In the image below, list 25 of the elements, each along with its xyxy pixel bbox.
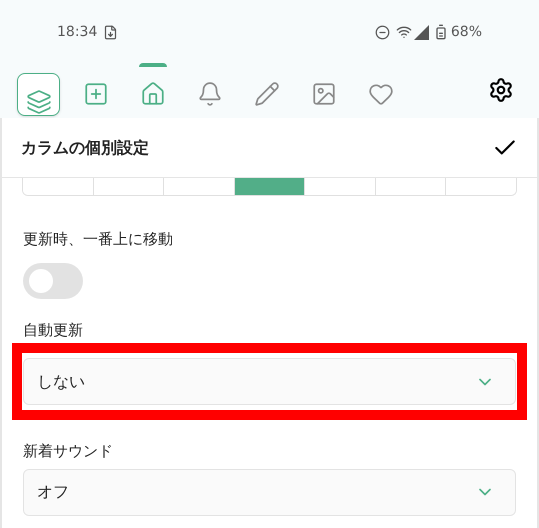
panel-title: カラムの個別設定 xyxy=(21,136,149,158)
toolbar-button[interactable] xyxy=(17,72,60,116)
dropdown-field[interactable]: オフ xyxy=(23,468,516,516)
signal-icon xyxy=(414,24,429,40)
segment[interactable] xyxy=(234,178,304,195)
battery-level: 68% xyxy=(450,22,482,42)
pencil-icon xyxy=(254,81,280,107)
segment[interactable] xyxy=(374,178,446,195)
setting-label: 新着サウンド xyxy=(22,441,114,462)
dropdown-value: しない xyxy=(37,370,85,392)
dropdown-field[interactable]: しない xyxy=(23,358,516,405)
wifi-icon xyxy=(396,24,412,40)
layers-icon xyxy=(26,88,52,114)
toggle-switch[interactable] xyxy=(23,262,83,298)
image-icon xyxy=(310,81,336,107)
clock: 18:34 xyxy=(57,22,98,42)
bell-icon xyxy=(196,81,222,107)
home-icon xyxy=(140,81,166,107)
setting-label: 自動更新 xyxy=(22,320,84,340)
do-not-disturb-icon xyxy=(374,24,390,40)
download-icon xyxy=(103,24,118,40)
dropdown-value: オフ xyxy=(37,481,69,503)
add-icon xyxy=(82,81,108,107)
settings-icon xyxy=(488,77,514,103)
setting-label: 更新時、一番上に移動 xyxy=(23,229,174,250)
